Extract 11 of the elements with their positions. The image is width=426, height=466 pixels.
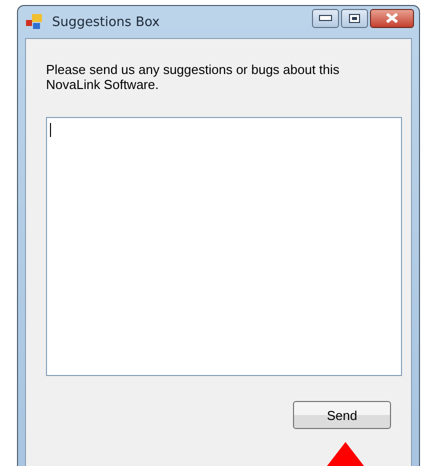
close-icon — [385, 12, 399, 24]
send-button[interactable]: Send — [293, 401, 391, 429]
pointer-arrow-icon — [327, 442, 364, 466]
maximize-button[interactable] — [341, 8, 368, 28]
app-icon — [26, 14, 44, 30]
minimize-button[interactable] — [312, 8, 339, 28]
minimize-icon — [319, 15, 332, 21]
window-title: Suggestions Box — [52, 14, 160, 30]
instruction-text: Please send us any suggestions or bugs about this NovaLink Software. — [46, 62, 340, 92]
maximize-icon — [349, 14, 360, 22]
close-button[interactable] — [370, 8, 414, 28]
